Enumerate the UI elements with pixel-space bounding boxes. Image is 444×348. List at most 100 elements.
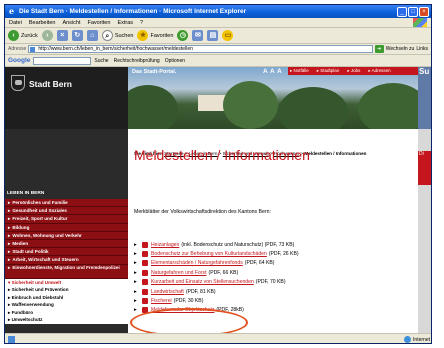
address-label: Adresse bbox=[8, 46, 27, 52]
zone-label: Internet bbox=[413, 336, 430, 343]
nav-arrow-icon: ▸ bbox=[8, 240, 11, 246]
nav-item-label: Medien bbox=[12, 240, 29, 246]
download-link[interactable]: Bodenschutz zur Behebung von Kulturlands… bbox=[151, 251, 267, 257]
menu-favoriten[interactable]: Favoriten bbox=[88, 20, 111, 26]
stop-icon: × bbox=[56, 30, 68, 41]
download-link[interactable]: Elementarschäden / Naturgefahrenfonds bbox=[151, 260, 243, 266]
nav-item-wohnen[interactable]: ▸ Wohnen, Wohnung und Verkehr bbox=[5, 231, 128, 240]
header-tree bbox=[223, 81, 278, 129]
title-bar[interactable]: e Die Stadt Bern · Meldestellen / Inform… bbox=[5, 5, 431, 18]
maximize-button[interactable]: □ bbox=[408, 6, 418, 17]
browser-window: e Die Stadt Bern · Meldestellen / Inform… bbox=[4, 4, 432, 344]
download-item[interactable]: ▸ Bodenschutz zur Behebung von Kulturland… bbox=[134, 249, 414, 258]
nav-item-medien[interactable]: ▸ Medien bbox=[5, 239, 128, 249]
nav-item-bildung[interactable]: ▸ Bildung bbox=[5, 223, 128, 232]
nav-item-familie[interactable]: ▸ Persönliches und Familie bbox=[5, 199, 128, 208]
nav-item-gesundheit[interactable]: ▸ Gesundheit und Soziales bbox=[5, 207, 128, 216]
menu-bar: Datei Bearbeiten Ansicht Favoriten Extra… bbox=[5, 18, 431, 28]
top-link-jobs[interactable]: ▸ Jobs bbox=[347, 68, 364, 74]
forward-arrow-icon: › bbox=[41, 30, 53, 41]
menu-ansicht[interactable]: Ansicht bbox=[62, 20, 80, 26]
go-arrow-icon[interactable]: ➔ bbox=[374, 45, 384, 53]
nav-sub-item-praevention[interactable]: ▸ Sicherheit und Prävention bbox=[5, 286, 128, 294]
google-search-button[interactable]: Suche bbox=[94, 58, 108, 64]
back-button[interactable]: ‹ Zurück bbox=[8, 30, 38, 41]
window-title: Die Stadt Bern · Meldestellen / Informat… bbox=[19, 8, 247, 15]
portal-label: Das Stadt-Portal. bbox=[132, 69, 177, 75]
download-item[interactable]: ▸ Naturgefahren und Forst (PDF, 66 KB) bbox=[134, 268, 414, 277]
font-size-switcher[interactable]: A A A bbox=[263, 68, 282, 75]
download-link[interactable]: Landwirtschaft bbox=[151, 289, 184, 295]
top-link-stadtplan[interactable]: ▸ Stadtplan bbox=[317, 68, 344, 74]
nav-sub-menu: ▾ Sicherheit und Umwelt ▸ Sicherheit und… bbox=[5, 278, 128, 324]
nav-item-label: Einwohnerdienste, Migration und Fremdenp… bbox=[12, 264, 120, 270]
bern-coat-of-arms-icon bbox=[11, 75, 25, 91]
intro-text: Merkblätter der Volkswirtschaftsdirektio… bbox=[134, 209, 271, 215]
top-link-notfaelle[interactable]: ▸ Notfälle bbox=[290, 68, 313, 74]
mail-icon: ✉ bbox=[192, 30, 204, 41]
history-button[interactable]: ◷ bbox=[177, 30, 189, 41]
go-button-label[interactable]: Wechseln zu bbox=[386, 46, 415, 52]
folder-icon: ▭ bbox=[222, 30, 234, 41]
close-button[interactable]: × bbox=[419, 6, 429, 17]
download-link[interactable]: Heizanlagen bbox=[151, 242, 179, 248]
download-item[interactable]: ▸ Landwirtschaft (PDF, 81 KB) bbox=[134, 287, 414, 296]
google-search-input[interactable] bbox=[33, 56, 92, 65]
nav-title: LEBEN IN BERN bbox=[7, 191, 45, 196]
list-arrow-icon: ▸ bbox=[134, 269, 137, 276]
nav-item-politik[interactable]: ▸ Stadt und Politik bbox=[5, 248, 128, 257]
refresh-button[interactable]: ↻ bbox=[71, 30, 83, 41]
print-button[interactable]: ▤ bbox=[207, 30, 219, 41]
google-logo[interactable]: Google bbox=[8, 57, 30, 64]
forward-button[interactable]: › bbox=[41, 30, 53, 41]
minimize-button[interactable]: _ bbox=[397, 6, 407, 17]
nav-item-arbeit[interactable]: ▸ Arbeit, Wirtschaft und Steuern bbox=[5, 256, 128, 265]
menu-help[interactable]: ? bbox=[140, 20, 143, 26]
download-item[interactable]: ▸ Fischerei (PDF, 30 KB) bbox=[134, 296, 414, 305]
page-done-icon bbox=[8, 336, 15, 343]
history-icon: ◷ bbox=[177, 30, 189, 41]
favorites-button[interactable]: ★ Favoriten bbox=[137, 30, 173, 41]
right-search-label[interactable]: Su bbox=[418, 67, 431, 129]
download-item[interactable]: ▸ Kurzarbeit und Einsatz von Stellensuche… bbox=[134, 278, 414, 287]
stop-button[interactable]: × bbox=[56, 30, 68, 41]
google-spellcheck-button[interactable]: Rechtschreibprüfung bbox=[114, 58, 160, 64]
links-label[interactable]: Links bbox=[416, 46, 428, 52]
download-link[interactable]: Fischerei bbox=[151, 298, 172, 304]
top-links: ▸ Notfälle ▸ Stadtplan ▸ Jobs ▸ Adressen bbox=[288, 67, 418, 75]
right-column: Su Di bbox=[418, 67, 431, 333]
download-meta: (PDF, 30 KB) bbox=[173, 298, 204, 305]
nav-sub-item-einbruch[interactable]: ▸ Einbruch und Diebstahl bbox=[5, 294, 128, 302]
download-item[interactable]: ▸ Elementarschäden / Naturgefahrenfonds (P… bbox=[134, 259, 414, 268]
globe-icon bbox=[404, 336, 412, 343]
search-button[interactable]: ⌕ Suchen bbox=[101, 30, 133, 41]
refresh-icon: ↻ bbox=[71, 30, 83, 41]
download-link[interactable]: Kurzarbeit und Einsatz von Stellensuchen… bbox=[151, 279, 254, 285]
menu-extras[interactable]: Extras bbox=[117, 20, 133, 26]
header-tree bbox=[128, 85, 178, 129]
download-meta: (PDF, 66 KB) bbox=[208, 269, 239, 276]
download-link[interactable]: Naturgefahren und Forst bbox=[151, 270, 207, 276]
nav-arrow-icon: ▸ bbox=[8, 264, 11, 270]
folder-button[interactable]: ▭ bbox=[222, 30, 234, 41]
address-input[interactable]: http://www.bern.ch/leben_in_bern/sicherh… bbox=[28, 45, 373, 53]
pdf-icon bbox=[142, 260, 148, 267]
nav-item-freizeit[interactable]: ▸ Freizeit, Sport und Kultur bbox=[5, 215, 128, 224]
menu-bearbeiten[interactable]: Bearbeiten bbox=[29, 20, 56, 26]
nav-sub-item-umweltschutz[interactable]: ▸ Umweltschutz bbox=[5, 316, 128, 324]
download-item[interactable]: ▸ Heizanlagen (inkl. Bodenschutz und Natur… bbox=[134, 240, 414, 249]
back-arrow-icon: ‹ bbox=[8, 30, 19, 41]
nav-item-sicherheit-umwelt[interactable]: ▾ Sicherheit und Umwelt bbox=[5, 279, 128, 287]
nav-sub-item-waffen[interactable]: ▸ Waffenverwendung bbox=[5, 301, 128, 309]
site-logo[interactable]: Stadt Bern bbox=[5, 67, 128, 129]
google-options-button[interactable]: Optionen bbox=[165, 58, 185, 64]
header-tree bbox=[358, 83, 418, 129]
home-button[interactable]: ⌂ bbox=[86, 30, 98, 41]
search-icon: ⌕ bbox=[101, 30, 113, 41]
top-link-adressen[interactable]: ▸ Adressen bbox=[368, 68, 394, 74]
nav-sub-item-fundbuero[interactable]: ▸ Fundbüro bbox=[5, 309, 128, 317]
menu-datei[interactable]: Datei bbox=[9, 20, 22, 26]
pdf-icon bbox=[142, 269, 148, 276]
mail-button[interactable]: ✉ bbox=[192, 30, 204, 41]
nav-item-einwohnerdienste[interactable]: ▸ Einwohnerdienste, Migration und Fremden… bbox=[5, 264, 128, 279]
